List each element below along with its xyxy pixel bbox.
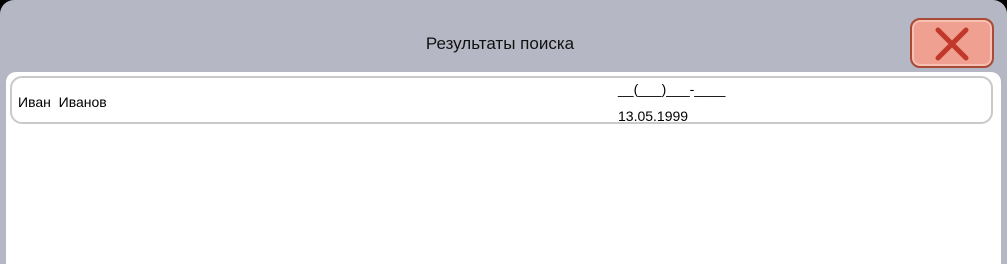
close-button[interactable]: [910, 18, 994, 68]
results-list: Иван Иванов __(___)___-____ 13.05.1999: [6, 72, 1001, 264]
result-row[interactable]: Иван Иванов __(___)___-____ 13.05.1999: [10, 76, 993, 124]
result-phone: __(___)___-____: [618, 81, 726, 97]
result-name: Иван Иванов: [18, 94, 107, 110]
result-birth-date: 13.05.1999: [618, 108, 689, 124]
close-icon: [935, 27, 969, 61]
search-results-dialog: Результаты поиска Иван Иванов __(___)___…: [0, 0, 1007, 264]
dialog-title: Результаты поиска: [425, 34, 575, 53]
